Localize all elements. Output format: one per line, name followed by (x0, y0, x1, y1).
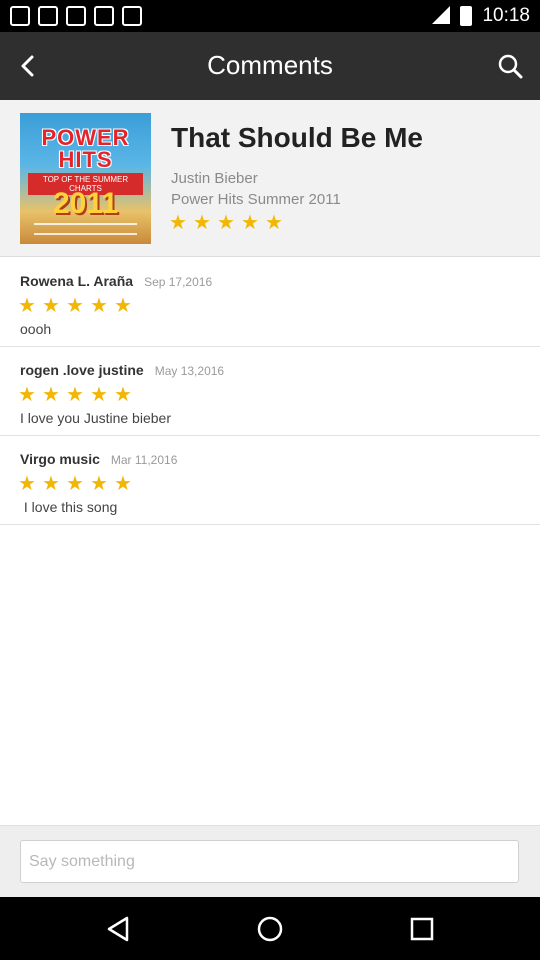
nav-back-icon (107, 916, 129, 942)
status-bar: 10:18 (0, 0, 540, 32)
star-icon: ★ (193, 212, 211, 234)
album-art-year: 2011 (52, 187, 119, 220)
star-icon: ★ (90, 295, 108, 317)
star-icon: ★ (114, 384, 132, 406)
nav-recents-icon (410, 917, 434, 941)
star-icon: ★ (114, 473, 132, 495)
notification-icon (38, 6, 58, 26)
nav-recents-button[interactable] (406, 913, 438, 945)
status-time: 10:18 (482, 5, 530, 26)
star-icon: ★ (90, 384, 108, 406)
comment-text: oooh (20, 321, 52, 337)
notification-icon (122, 6, 142, 26)
notification-icon (10, 6, 30, 26)
notification-icon (94, 6, 114, 26)
star-icon: ★ (66, 473, 84, 495)
system-nav-bar (0, 897, 540, 960)
star-icon: ★ (66, 295, 84, 317)
album-art-title: POWER HITS (41, 125, 130, 172)
song-rating: ★ ★ ★ ★ ★ (168, 213, 284, 233)
star-icon: ★ (114, 295, 132, 317)
search-icon (498, 54, 523, 79)
comment-author: Rowena L. Araña (20, 273, 134, 289)
comment-author: Virgo music (20, 451, 100, 467)
song-album: Power Hits Summer 2011 (171, 191, 341, 208)
star-icon: ★ (90, 473, 108, 495)
comment-date: Mar 11,2016 (110, 453, 178, 467)
comment-rating: ★ ★ ★ ★ ★ (17, 474, 133, 494)
star-icon: ★ (66, 384, 84, 406)
comments-list: Rowena L. Araña Sep 17,2016 ★ ★ ★ ★ ★ oooh r… (0, 258, 540, 525)
comment-rating: ★ ★ ★ ★ ★ (17, 296, 133, 316)
notification-icons (10, 6, 142, 26)
battery-icon (460, 6, 473, 26)
notification-icon (66, 6, 86, 26)
comment-date: Sep 17,2016 (144, 275, 213, 289)
comment-item[interactable]: Virgo music Mar 11,2016 ★ ★ ★ ★ ★ I love thi… (0, 436, 540, 525)
star-icon: ★ (217, 212, 235, 234)
comment-text: I love this song (20, 499, 118, 515)
star-icon: ★ (18, 384, 36, 406)
comment-text: I love you Justine bieber (20, 410, 171, 426)
comment-date: May 13,2016 (154, 364, 225, 378)
star-icon: ★ (18, 473, 36, 495)
song-title: That Should Be Me (171, 122, 423, 153)
comment-item[interactable]: rogen .love justine May 13,2016 ★ ★ ★ ★ ★ I … (0, 347, 540, 436)
nav-home-button[interactable] (254, 913, 286, 945)
album-art-tracklist (34, 223, 137, 235)
comment-item[interactable]: Rowena L. Araña Sep 17,2016 ★ ★ ★ ★ ★ oooh (0, 258, 540, 347)
search-button[interactable] (492, 48, 528, 84)
star-icon: ★ (42, 473, 60, 495)
star-icon: ★ (42, 384, 60, 406)
nav-back-button[interactable] (102, 913, 134, 945)
signal-icon (432, 6, 451, 25)
star-icon: ★ (169, 212, 187, 234)
nav-home-icon (257, 916, 283, 942)
app-bar: Comments (0, 32, 540, 100)
song-artist: Justin Bieber (171, 170, 258, 187)
comment-author: rogen .love justine (20, 362, 144, 378)
page-title: Comments (207, 50, 333, 80)
album-art[interactable]: POWER HITS TOP OF THE SUMMER CHARTS 2011 (20, 113, 151, 244)
star-icon: ★ (42, 295, 60, 317)
comment-input-bar (0, 825, 540, 897)
star-icon: ★ (265, 212, 283, 234)
star-icon: ★ (18, 295, 36, 317)
star-icon: ★ (241, 212, 259, 234)
comment-input[interactable] (20, 840, 519, 883)
comment-rating: ★ ★ ★ ★ ★ (17, 385, 133, 405)
